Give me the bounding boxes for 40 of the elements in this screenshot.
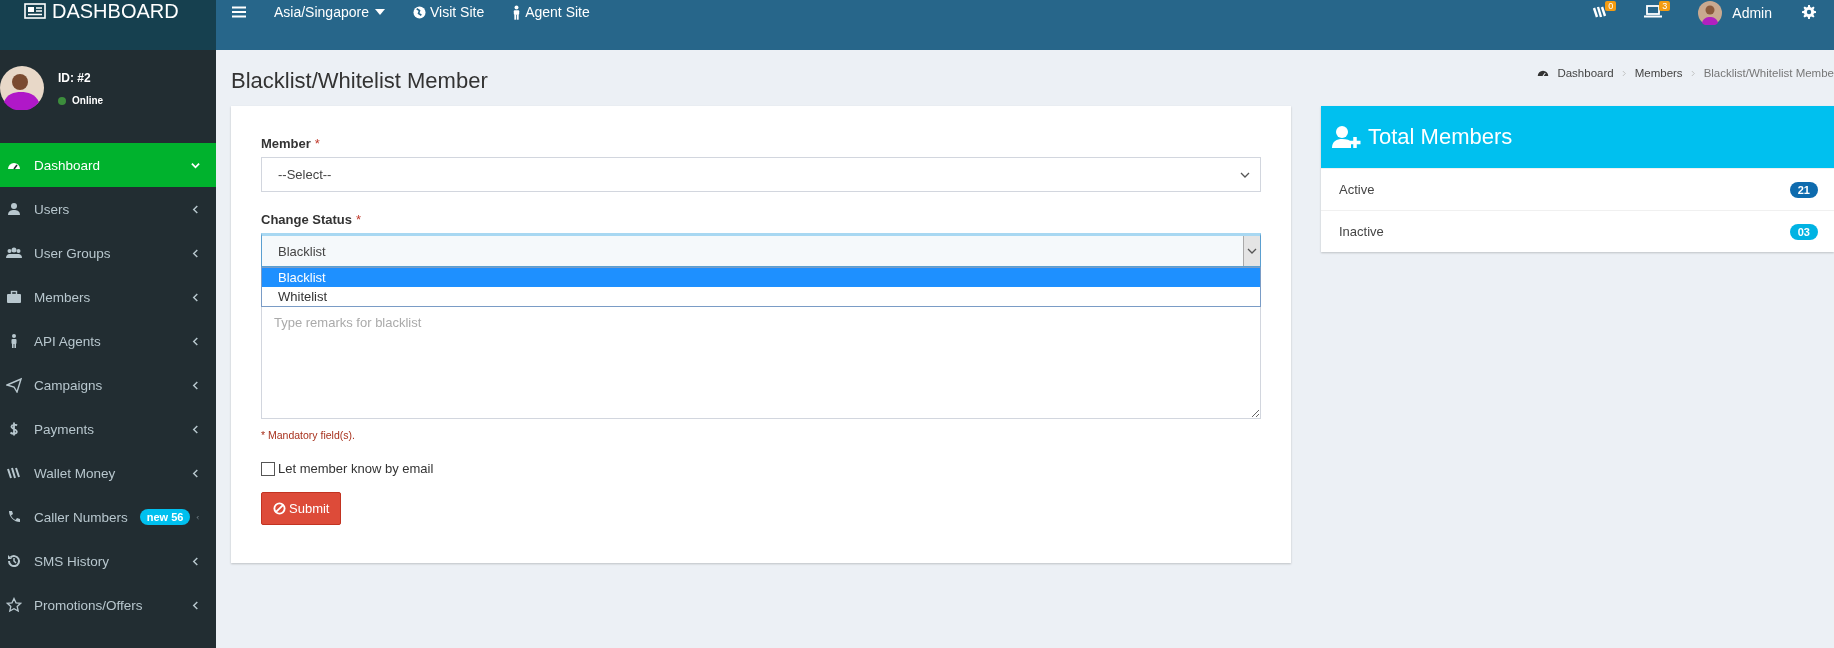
notification-count: 3 [1659,1,1671,11]
count-badge: 03 [1789,223,1818,240]
required-mark: * [314,136,320,151]
sidebar-item[interactable]: Caller Numbers new 56 [0,495,216,539]
required-mark: * [356,212,362,227]
sidebar-item[interactable]: User Groups [0,231,216,275]
sidebar-item[interactable]: API Agents [0,319,216,363]
field-label: Change Status [261,212,352,227]
status-label: Inactive [1339,224,1384,239]
user-name[interactable]: Admin [1732,5,1772,21]
user-id: ID: #2 [58,71,92,85]
breadcrumb-link[interactable]: Members [1634,67,1683,79]
visit-site-link[interactable]: Visit Site [412,4,485,20]
sidebar-item[interactable]: Wallet Money [0,451,216,495]
sidebar-item[interactable]: SMS History [0,539,216,583]
mandatory-note: * Mandatory field(s). [261,429,356,441]
card-title: Total Members [1368,124,1513,150]
status-label: Active [1339,182,1375,197]
sidebar-item[interactable]: Members [0,275,216,319]
sidebar-item[interactable]: Campaigns [0,363,216,407]
agent-site-link[interactable]: Agent Site [512,4,590,20]
breadcrumb-current[interactable]: Blacklist/Whitelist Membe [1703,67,1834,79]
new-count-badge: new 56 [139,509,191,525]
logo-text: DASHBOARD [52,0,179,22]
breadcrumb-link[interactable]: Dashboard [1557,67,1614,79]
dropdown-option[interactable]: Whitelist [262,287,1260,306]
sidebar-item[interactable]: Promotions/Offers [0,583,216,627]
notification-count: 0 [1605,1,1617,11]
timezone-dropdown[interactable]: Asia/Singapore [274,4,385,20]
sidebar-item[interactable]: Users [0,187,216,231]
page-title: Blacklist/Whitelist Member [231,68,489,94]
status-select[interactable]: Blacklist [261,233,1261,267]
remarks-field[interactable]: Type remarks for blacklist [261,307,1261,419]
count-badge: 21 [1789,181,1818,198]
sidebar-item[interactable]: Payments [0,407,216,451]
member-select[interactable]: --Select-- [261,157,1261,192]
submit-button[interactable]: Submit [261,492,342,525]
field-label: Member [261,136,311,151]
checkbox-label: Let member know by email [278,461,434,476]
user-status: Online [72,95,104,106]
